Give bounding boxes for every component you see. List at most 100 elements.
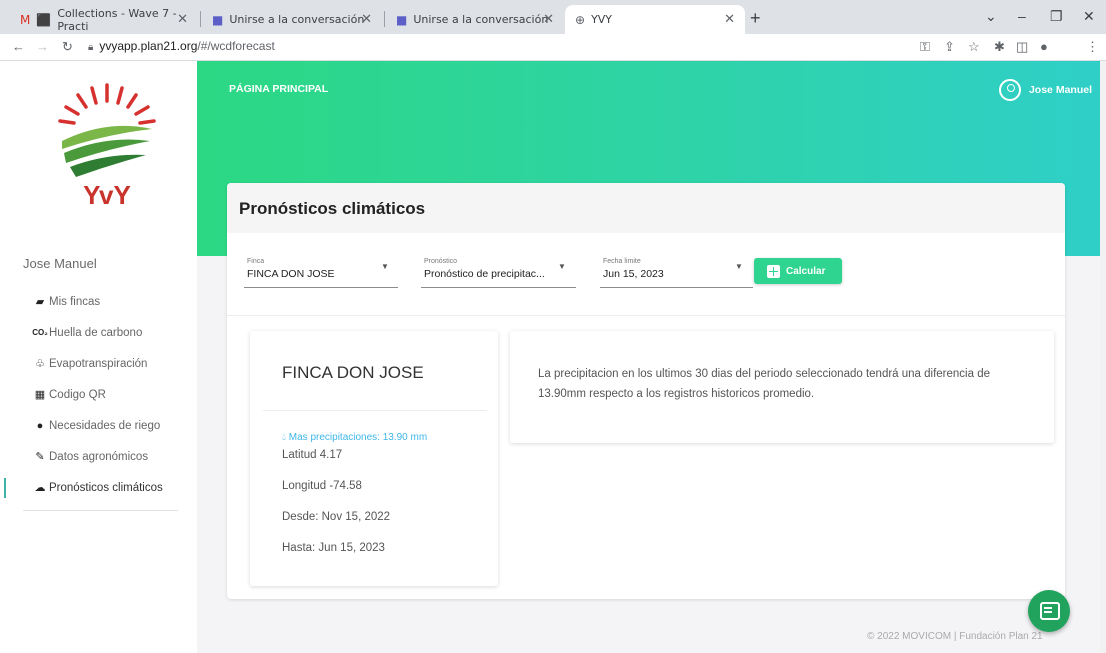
latitud-text: Latitud 4.17 — [282, 449, 343, 461]
sidebar: YvY Jose Manuel ▰ Mis fincas CO₂ Huella de… — [0, 61, 197, 653]
finca-select[interactable]: Finca FINCA DON JOSE ▼ — [244, 248, 398, 288]
drop-icon: 💧︎ — [282, 432, 286, 443]
precipitation-alert: 💧︎ Mas precipitaciones: 13.90 mm — [282, 432, 427, 443]
restore-icon[interactable]: ❐ — [1050, 8, 1063, 25]
sidebar-divider — [23, 510, 178, 511]
sidebar-item-label: Evapotranspiración — [49, 357, 148, 370]
close-icon[interactable]: ✕ — [177, 12, 188, 27]
farm-icon: ▰ — [35, 296, 45, 308]
sidebar-user-name: Jose Manuel — [23, 256, 97, 271]
forecast-card: Pronósticos climáticos Finca FINCA DON J… — [227, 183, 1065, 599]
page: PÁGINA PRINCIPAL Jose Manuel YvY Jose Ma… — [0, 61, 1106, 653]
calcular-label: Calcular — [786, 265, 826, 277]
forecast-message-card: La precipitacion en los ultimos 30 dias … — [510, 331, 1054, 443]
tab-teams-1[interactable]: ■ Unirse a la conversación ✕ — [202, 5, 382, 34]
longitud-text: Longitud -74.58 — [282, 480, 362, 492]
fecha-limite-field[interactable]: Fecha limite Jun 15, 2023 ▼ — [600, 248, 753, 288]
tab-gmail[interactable]: M ⬛ Collections - Wave 7 - Practi ✕ — [10, 5, 198, 34]
share-icon[interactable]: ⇪ — [944, 39, 955, 55]
close-icon[interactable]: ✕ — [724, 12, 735, 27]
hasta-text: Hasta: Jun 15, 2023 — [282, 542, 385, 554]
close-window-icon[interactable]: ✕ — [1083, 8, 1095, 25]
user-icon — [998, 79, 1021, 101]
url-path: /#/wcdforecast — [197, 39, 275, 53]
tab-yvy[interactable]: ⊕ YVY ✕ — [565, 5, 745, 34]
card-header: Pronósticos climáticos — [227, 183, 1065, 233]
profile-icon[interactable]: ● — [1040, 39, 1048, 54]
back-icon[interactable]: ← — [12, 39, 25, 54]
close-icon[interactable]: ✕ — [543, 12, 554, 27]
sidebar-item-evapotranspiracion[interactable]: ♧ Evapotranspiración — [0, 348, 197, 379]
reload-icon[interactable]: ↻ — [62, 39, 73, 55]
sidebar-item-label: Datos agronómicos — [49, 450, 149, 463]
gmail-icon: M — [20, 12, 31, 27]
pronostico-select[interactable]: Pronóstico Pronóstico de precipitac... ▼ — [421, 248, 576, 288]
sidebar-item-necesidades-riego[interactable]: ● Necesidades de riego — [0, 410, 197, 441]
forward-icon[interactable]: → — [36, 39, 49, 54]
sidepanel-icon[interactable]: ◫ — [1016, 39, 1028, 55]
sidebar-item-mis-fincas[interactable]: ▰ Mis fincas — [0, 286, 197, 317]
sidebar-item-label: Necesidades de riego — [49, 419, 161, 432]
new-tab-icon[interactable]: + — [750, 8, 761, 29]
fecha-value: Jun 15, 2023 — [603, 268, 664, 280]
qr-icon: ▦ — [34, 389, 46, 401]
svg-text:YvY: YvY — [83, 180, 131, 209]
calcular-button[interactable]: Calcular — [754, 258, 842, 284]
star-icon[interactable]: ☆ — [968, 39, 980, 55]
co2-icon: CO₂ — [32, 328, 48, 337]
home-link[interactable]: PÁGINA PRINCIPAL — [229, 83, 328, 95]
fecha-label: Fecha limite — [603, 258, 641, 265]
key-icon[interactable]: ⚿ — [920, 39, 930, 55]
chat-button[interactable] — [1028, 590, 1070, 632]
cloud-icon: ☁ — [34, 482, 46, 494]
address-bar: ← → ↻ 🔒︎ yvyapp.plan21.org/#/wcdforecast … — [0, 34, 1106, 61]
chevron-down-icon: ▼ — [381, 262, 389, 271]
page-title: Pronósticos climáticos — [239, 199, 426, 218]
extensions-icon[interactable]: ✱ — [994, 39, 1005, 55]
user-menu[interactable]: Jose Manuel — [998, 79, 1092, 101]
browser-tabstrip: M ⬛ Collections - Wave 7 - Practi ✕ ■ Un… — [0, 0, 1106, 34]
tab-label: Unirse a la conversación — [229, 13, 365, 26]
teams-icon: ■ — [212, 12, 224, 27]
divider — [263, 410, 487, 411]
tab-label: YVY — [591, 13, 613, 26]
forecast-message: La precipitacion en los ultimos 30 dias … — [538, 368, 990, 400]
chevron-down-icon[interactable]: ▼ — [735, 262, 743, 271]
sidebar-item-datos-agronomicos[interactable]: ✎ Datos agronómicos — [0, 441, 197, 472]
url-field[interactable]: 🔒︎ yvyapp.plan21.org/#/wcdforecast — [88, 39, 275, 53]
footer-text: © 2022 MOVICOM | Fundación Plan 21 — [867, 631, 1043, 642]
sidebar-item-pronosticos-climaticos[interactable]: ☁ Pronósticos climáticos — [0, 472, 197, 503]
teams-icon: ■ — [396, 12, 408, 27]
sidebar-item-codigo-qr[interactable]: ▦ Codigo QR — [0, 379, 197, 410]
close-icon[interactable]: ✕ — [361, 12, 372, 27]
tab-label: Unirse a la conversación — [413, 13, 549, 26]
precipitation-alert-text: Mas precipitaciones: 13.90 mm — [288, 432, 428, 443]
bookmark-icon: ⬛ — [36, 12, 52, 27]
sidebar-item-label: Codigo QR — [49, 388, 106, 401]
finca-value: FINCA DON JOSE — [247, 268, 335, 280]
chevron-down-icon[interactable]: ⌄ — [985, 8, 997, 25]
lock-icon: 🔒︎ — [88, 42, 94, 53]
minimize-icon[interactable]: – — [1018, 8, 1026, 24]
sidebar-menu: ▰ Mis fincas CO₂ Huella de carbono ♧ Evapot… — [0, 286, 197, 503]
plant-icon: ♧ — [35, 358, 45, 370]
pronostico-value: Pronóstico de precipitac... — [424, 268, 545, 280]
sidebar-item-label: Huella de carbono — [49, 326, 143, 339]
chevron-down-icon: ▼ — [558, 262, 566, 271]
sidebar-item-label: Mis fincas — [49, 295, 101, 308]
sidebar-item-label: Pronósticos climáticos — [49, 481, 163, 494]
finca-info-card: FINCA DON JOSE 💧︎ Mas precipitaciones: 1… — [250, 331, 498, 586]
menu-icon[interactable]: ⋮ — [1086, 39, 1099, 55]
user-menu-label: Jose Manuel — [1028, 84, 1092, 96]
tab-teams-2[interactable]: ■ Unirse a la conversación ✕ — [386, 5, 564, 34]
tab-label: Collections - Wave 7 - Practi — [57, 6, 177, 33]
yvy-logo: YvY — [58, 83, 156, 209]
url-host: yvyapp.plan21.org — [99, 39, 198, 53]
divider — [227, 315, 1065, 316]
sidebar-item-huella-carbono[interactable]: CO₂ Huella de carbono — [0, 317, 197, 348]
drop-icon: ● — [36, 419, 44, 432]
desde-text: Desde: Nov 15, 2022 — [282, 511, 391, 523]
calculator-icon — [767, 264, 780, 278]
scrollbar[interactable] — [1100, 61, 1106, 653]
feather-icon: ✎ — [35, 451, 45, 463]
